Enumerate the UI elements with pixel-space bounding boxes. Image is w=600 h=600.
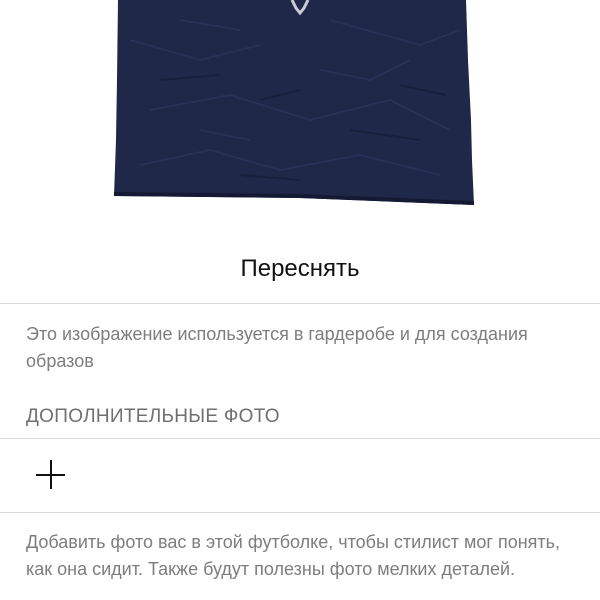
add-photo-button[interactable]: [26, 450, 76, 500]
additional-photos-hint: Добавить фото вас в этой футболке, чтобы…: [26, 532, 561, 579]
additional-photos-header: ДОПОЛНИТЕЛЬНЫЕ ФОТО: [26, 406, 280, 427]
divider: [0, 512, 600, 513]
item-photo[interactable]: [0, 0, 600, 222]
divider: [0, 438, 600, 439]
item-photo-screen: Переснять Это изображение используется в…: [0, 0, 600, 600]
image-usage-note: Это изображение используется в гардеробе…: [26, 324, 528, 371]
tshirt-image: [114, 0, 474, 205]
divider: [0, 303, 600, 304]
retake-button[interactable]: Переснять: [0, 238, 600, 300]
